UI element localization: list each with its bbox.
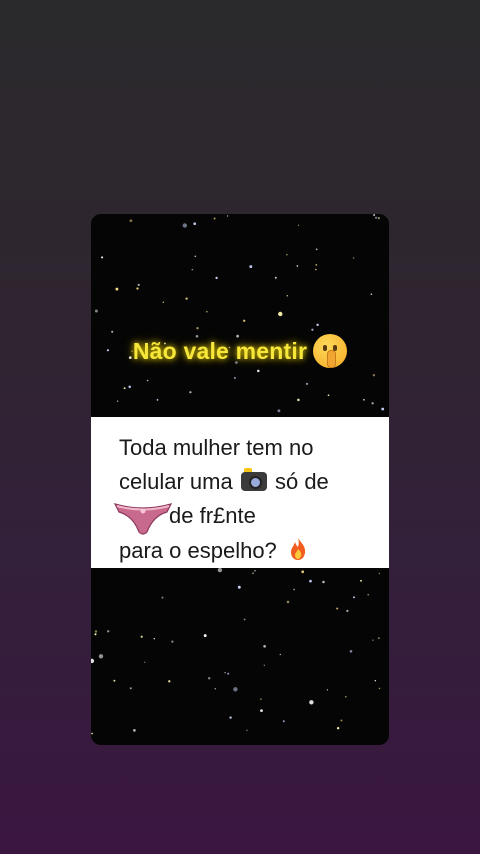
caption-panel: Toda mulher tem no celular uma só de de … — [91, 417, 389, 568]
video-card[interactable]: Não vale mentir Toda mulher tem no celul… — [91, 214, 389, 745]
panties-icon — [113, 503, 173, 535]
headline-text: Não vale mentir — [132, 337, 308, 364]
caption-line-4-text: para o espelho? — [119, 538, 277, 563]
headline: Não vale mentir — [91, 332, 389, 370]
caption-line-4: para o espelho? — [119, 537, 307, 564]
shushing-face-icon — [313, 334, 348, 368]
caption-line-3: de fr£nte — [169, 503, 256, 528]
caption-line-2: celular uma só de — [119, 468, 329, 495]
fire-icon — [290, 538, 306, 560]
caption-line-2-prefix: celular uma — [119, 469, 233, 494]
caption-line-1: Toda mulher tem no — [119, 435, 314, 460]
camera-flash-icon — [240, 468, 267, 491]
caption-line-2-suffix: só de — [274, 469, 329, 494]
